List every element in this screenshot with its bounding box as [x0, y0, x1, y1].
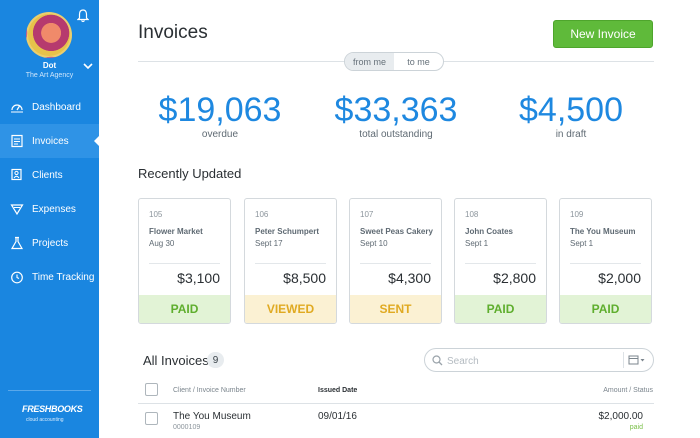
- invoice-client: Flower Market: [149, 227, 203, 236]
- invoice-icon: [11, 134, 23, 148]
- chevron-down-icon[interactable]: [83, 62, 93, 70]
- status-badge: SENT: [350, 295, 441, 323]
- expenses-icon: [10, 204, 24, 216]
- projects-icon: [10, 236, 24, 250]
- sidebar: Dot The Art Agency Dashboard Invoices Cl…: [0, 0, 99, 438]
- invoice-date: Sept 1: [570, 239, 594, 248]
- column-header-client[interactable]: Client / Invoice Number: [173, 387, 246, 394]
- status-badge: VIEWED: [245, 295, 336, 323]
- row-client: The You Museum: [173, 411, 251, 422]
- recently-updated-title: Recently Updated: [138, 166, 242, 181]
- sidebar-item-projects[interactable]: Projects: [0, 226, 99, 260]
- stat-label: total outstanding: [359, 129, 433, 140]
- invoice-count-badge: 9: [207, 352, 224, 368]
- invoice-client: John Coates: [465, 227, 514, 236]
- sidebar-item-time-tracking[interactable]: Time Tracking: [0, 260, 99, 294]
- column-header-issued-date[interactable]: Issued Date: [318, 387, 357, 394]
- sidebar-item-label: Invoices: [32, 135, 69, 147]
- sidebar-item-expenses[interactable]: Expenses: [0, 192, 99, 226]
- card-divider: [570, 263, 641, 264]
- row-checkbox[interactable]: [145, 412, 158, 425]
- toggle-to-me[interactable]: to me: [394, 53, 443, 70]
- row-amount: $2,000.00: [598, 411, 644, 422]
- sidebar-item-invoices[interactable]: Invoices: [0, 124, 99, 158]
- stat-in-draft[interactable]: $4,500 in draft: [481, 90, 661, 140]
- invoice-client: The You Museum: [570, 227, 636, 236]
- sidebar-nav: Dashboard Invoices Clients Expenses Proj…: [0, 90, 99, 294]
- invoice-amount: $2,800: [493, 270, 536, 286]
- dashboard-icon: [11, 104, 23, 113]
- status-badge: PAID: [455, 295, 546, 323]
- toggle-from-me[interactable]: from me: [345, 53, 394, 70]
- invoice-date: Sept 17: [255, 239, 283, 248]
- freshbooks-logo-tagline: cloud accounting: [26, 417, 64, 423]
- stat-label: overdue: [201, 129, 239, 140]
- select-all-checkbox[interactable]: [145, 383, 158, 396]
- invoice-number: 108: [465, 210, 479, 219]
- card-divider: [360, 263, 431, 264]
- stat-amount: $19,063: [158, 91, 282, 129]
- calendar-icon: [628, 355, 644, 365]
- card-divider: [465, 263, 536, 264]
- from-to-toggle: from me to me: [344, 52, 444, 71]
- stat-total-outstanding[interactable]: $33,363 total outstanding: [306, 90, 486, 140]
- invoice-number: 109: [570, 210, 584, 219]
- page-title: Invoices: [138, 22, 208, 43]
- invoice-card[interactable]: 107 Sweet Peas Cakery Sept 10 $4,300 SEN…: [349, 198, 442, 324]
- invoice-date: Sept 10: [360, 239, 388, 248]
- invoice-number: 107: [360, 210, 374, 219]
- sidebar-item-label: Projects: [32, 237, 69, 249]
- invoice-amount: $4,300: [388, 270, 431, 286]
- new-invoice-button[interactable]: New Invoice: [553, 20, 653, 48]
- invoice-amount: $2,000: [598, 270, 641, 286]
- row-status: paid: [629, 424, 643, 431]
- card-divider: [149, 263, 220, 264]
- invoice-client: Peter Schumpert: [255, 227, 320, 236]
- invoice-card[interactable]: 106 Peter Schumpert Sept 17 $8,500 VIEWE…: [244, 198, 337, 324]
- stat-overdue[interactable]: $19,063 overdue: [130, 90, 310, 140]
- sidebar-item-clients[interactable]: Clients: [0, 158, 99, 192]
- row-issued-date: 09/01/16: [318, 411, 357, 422]
- row-invoice-number: 0000109: [173, 424, 201, 431]
- invoice-amount: $8,500: [283, 270, 326, 286]
- sidebar-item-label: Dashboard: [32, 101, 81, 113]
- search-box: [424, 348, 654, 372]
- avatar[interactable]: [26, 12, 72, 58]
- sidebar-item-dashboard[interactable]: Dashboard: [0, 90, 99, 124]
- search-icon: [432, 355, 443, 366]
- stat-amount: $4,500: [519, 91, 623, 129]
- invoice-card[interactable]: 108 John Coates Sept 1 $2,800 PAID: [454, 198, 547, 324]
- invoice-card[interactable]: 109 The You Museum Sept 1 $2,000 PAID: [559, 198, 652, 324]
- invoice-amount: $3,100: [177, 270, 220, 286]
- sidebar-item-label: Expenses: [32, 203, 76, 215]
- sidebar-item-label: Time Tracking: [32, 271, 95, 283]
- date-filter-button[interactable]: [623, 352, 649, 368]
- freshbooks-logo: FRESHBOOKS: [22, 404, 83, 414]
- user-company: The Art Agency: [25, 72, 74, 79]
- invoice-number: 106: [255, 210, 269, 219]
- table-header-divider: [138, 403, 654, 404]
- column-header-amount-status[interactable]: Amount / Status: [560, 387, 653, 394]
- sidebar-item-label: Clients: [32, 169, 63, 181]
- bell-icon[interactable]: [77, 9, 89, 23]
- status-badge: PAID: [560, 295, 651, 323]
- sidebar-divider: [8, 390, 91, 391]
- invoice-date: Sept 1: [465, 239, 489, 248]
- search-input[interactable]: [447, 353, 617, 369]
- invoice-client: Sweet Peas Cakery: [360, 227, 433, 236]
- invoice-date: Aug 30: [149, 239, 175, 248]
- clients-icon: [11, 168, 22, 181]
- card-divider: [255, 263, 326, 264]
- invoice-card[interactable]: 105 Flower Market Aug 30 $3,100 PAID: [138, 198, 231, 324]
- stat-amount: $33,363: [334, 91, 458, 129]
- clock-icon: [11, 271, 23, 284]
- stat-label: in draft: [555, 129, 587, 140]
- all-invoices-title: All Invoices: [143, 353, 209, 368]
- status-badge: PAID: [139, 295, 230, 323]
- invoice-number: 105: [149, 210, 163, 219]
